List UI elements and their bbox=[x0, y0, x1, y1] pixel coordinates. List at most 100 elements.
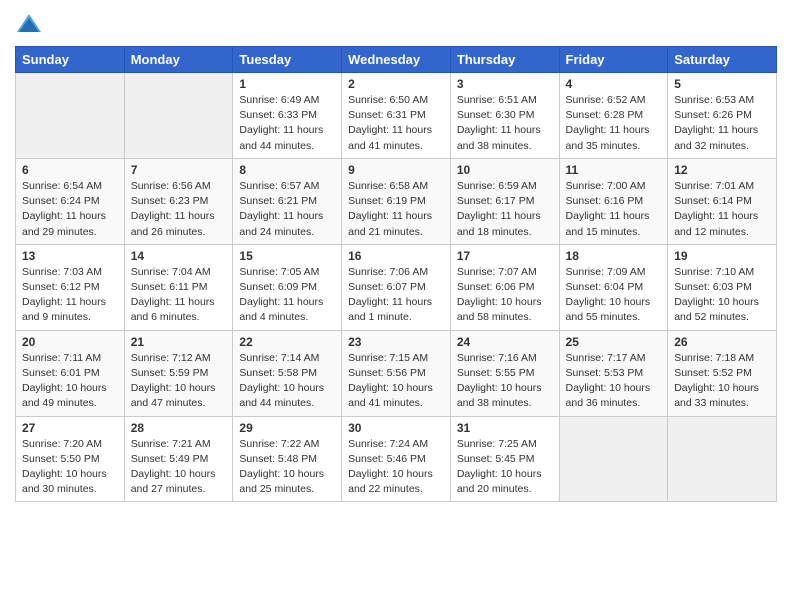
cell-content: Sunrise: 7:14 AM Sunset: 5:58 PM Dayligh… bbox=[239, 351, 335, 412]
calendar-cell: 16Sunrise: 7:06 AM Sunset: 6:07 PM Dayli… bbox=[342, 244, 451, 330]
cell-content: Sunrise: 7:01 AM Sunset: 6:14 PM Dayligh… bbox=[674, 179, 770, 240]
cell-content: Sunrise: 6:59 AM Sunset: 6:17 PM Dayligh… bbox=[457, 179, 553, 240]
calendar-row: 13 Sunrise: 7:03 AM Sunset: 6:12 PM Dayli… bbox=[16, 244, 777, 330]
calendar-cell: 26 Sunrise: 7:18 AM Sunset: 5:52 PM Dayli… bbox=[668, 330, 777, 416]
header-row: SundayMondayTuesdayWednesdayThursdayFrid… bbox=[16, 47, 777, 73]
day-number: 5 bbox=[674, 77, 770, 91]
cell-content: Sunrise: 7:21 AM Sunset: 5:49 PM Dayligh… bbox=[131, 437, 227, 498]
calendar-cell bbox=[668, 416, 777, 502]
cell-content: Sunrise: 7:07 AM Sunset: 6:06 PM Dayligh… bbox=[457, 265, 553, 326]
weekday-header: Wednesday bbox=[342, 47, 451, 73]
calendar-cell: 11 Sunrise: 7:00 AM Sunset: 6:16 PM Dayli… bbox=[559, 158, 668, 244]
day-number: 7 bbox=[131, 163, 227, 177]
header bbox=[15, 10, 777, 38]
calendar-cell: 3 Sunrise: 6:51 AM Sunset: 6:30 PM Daylig… bbox=[450, 73, 559, 159]
cell-content: Sunrise: 7:16 AM Sunset: 5:55 PM Dayligh… bbox=[457, 351, 553, 412]
cell-content: Sunrise: 6:56 AM Sunset: 6:23 PM Dayligh… bbox=[131, 179, 227, 240]
calendar-cell: 21 Sunrise: 7:12 AM Sunset: 5:59 PM Dayli… bbox=[124, 330, 233, 416]
day-number: 26 bbox=[674, 335, 770, 349]
day-number: 28 bbox=[131, 421, 227, 435]
cell-content: Sunrise: 7:20 AM Sunset: 5:50 PM Dayligh… bbox=[22, 437, 118, 498]
day-number: 2 bbox=[348, 77, 444, 91]
day-number: 13 bbox=[22, 249, 118, 263]
day-number: 18 bbox=[566, 249, 662, 263]
day-number: 16 bbox=[348, 249, 444, 263]
cell-content: Sunrise: 7:11 AM Sunset: 6:01 PM Dayligh… bbox=[22, 351, 118, 412]
calendar-cell: 18Sunrise: 7:09 AM Sunset: 6:04 PM Dayli… bbox=[559, 244, 668, 330]
calendar-cell bbox=[559, 416, 668, 502]
weekday-header: Friday bbox=[559, 47, 668, 73]
calendar-cell: 27 Sunrise: 7:20 AM Sunset: 5:50 PM Dayli… bbox=[16, 416, 125, 502]
calendar-cell: 10Sunrise: 6:59 AM Sunset: 6:17 PM Dayli… bbox=[450, 158, 559, 244]
weekday-header: Monday bbox=[124, 47, 233, 73]
calendar-cell: 20Sunrise: 7:11 AM Sunset: 6:01 PM Dayli… bbox=[16, 330, 125, 416]
calendar-cell: 17 Sunrise: 7:07 AM Sunset: 6:06 PM Dayli… bbox=[450, 244, 559, 330]
day-number: 12 bbox=[674, 163, 770, 177]
cell-content: Sunrise: 7:22 AM Sunset: 5:48 PM Dayligh… bbox=[239, 437, 335, 498]
day-number: 27 bbox=[22, 421, 118, 435]
calendar-cell: 6Sunrise: 6:54 AM Sunset: 6:24 PM Daylig… bbox=[16, 158, 125, 244]
day-number: 30 bbox=[348, 421, 444, 435]
calendar-cell: 1 Sunrise: 6:49 AM Sunset: 6:33 PM Daylig… bbox=[233, 73, 342, 159]
cell-content: Sunrise: 6:51 AM Sunset: 6:30 PM Dayligh… bbox=[457, 93, 553, 154]
calendar-cell: 4 Sunrise: 6:52 AM Sunset: 6:28 PM Daylig… bbox=[559, 73, 668, 159]
calendar-cell: 14Sunrise: 7:04 AM Sunset: 6:11 PM Dayli… bbox=[124, 244, 233, 330]
calendar-row: 27 Sunrise: 7:20 AM Sunset: 5:50 PM Dayli… bbox=[16, 416, 777, 502]
calendar-cell: 19 Sunrise: 7:10 AM Sunset: 6:03 PM Dayli… bbox=[668, 244, 777, 330]
logo-icon bbox=[15, 10, 43, 38]
day-number: 1 bbox=[239, 77, 335, 91]
calendar-cell: 12 Sunrise: 7:01 AM Sunset: 6:14 PM Dayli… bbox=[668, 158, 777, 244]
day-number: 23 bbox=[348, 335, 444, 349]
weekday-header: Saturday bbox=[668, 47, 777, 73]
calendar-cell: 22 Sunrise: 7:14 AM Sunset: 5:58 PM Dayli… bbox=[233, 330, 342, 416]
cell-content: Sunrise: 6:49 AM Sunset: 6:33 PM Dayligh… bbox=[239, 93, 335, 154]
cell-content: Sunrise: 7:10 AM Sunset: 6:03 PM Dayligh… bbox=[674, 265, 770, 326]
calendar-cell: 13 Sunrise: 7:03 AM Sunset: 6:12 PM Dayli… bbox=[16, 244, 125, 330]
day-number: 4 bbox=[566, 77, 662, 91]
day-number: 15 bbox=[239, 249, 335, 263]
calendar-cell: 24 Sunrise: 7:16 AM Sunset: 5:55 PM Dayli… bbox=[450, 330, 559, 416]
day-number: 29 bbox=[239, 421, 335, 435]
calendar-cell: 30 Sunrise: 7:24 AM Sunset: 5:46 PM Dayli… bbox=[342, 416, 451, 502]
cell-content: Sunrise: 7:18 AM Sunset: 5:52 PM Dayligh… bbox=[674, 351, 770, 412]
calendar-cell: 31Sunrise: 7:25 AM Sunset: 5:45 PM Dayli… bbox=[450, 416, 559, 502]
calendar-cell bbox=[16, 73, 125, 159]
cell-content: Sunrise: 6:53 AM Sunset: 6:26 PM Dayligh… bbox=[674, 93, 770, 154]
cell-content: Sunrise: 7:04 AM Sunset: 6:11 PM Dayligh… bbox=[131, 265, 227, 326]
day-number: 8 bbox=[239, 163, 335, 177]
calendar-row: 6Sunrise: 6:54 AM Sunset: 6:24 PM Daylig… bbox=[16, 158, 777, 244]
day-number: 22 bbox=[239, 335, 335, 349]
calendar-cell: 9 Sunrise: 6:58 AM Sunset: 6:19 PM Daylig… bbox=[342, 158, 451, 244]
cell-content: Sunrise: 7:17 AM Sunset: 5:53 PM Dayligh… bbox=[566, 351, 662, 412]
day-number: 21 bbox=[131, 335, 227, 349]
cell-content: Sunrise: 7:25 AM Sunset: 5:45 PM Dayligh… bbox=[457, 437, 553, 498]
calendar-body: 1 Sunrise: 6:49 AM Sunset: 6:33 PM Daylig… bbox=[16, 73, 777, 502]
cell-content: Sunrise: 6:57 AM Sunset: 6:21 PM Dayligh… bbox=[239, 179, 335, 240]
logo bbox=[15, 10, 47, 38]
weekday-header: Sunday bbox=[16, 47, 125, 73]
calendar-cell: 2 Sunrise: 6:50 AM Sunset: 6:31 PM Daylig… bbox=[342, 73, 451, 159]
cell-content: Sunrise: 6:52 AM Sunset: 6:28 PM Dayligh… bbox=[566, 93, 662, 154]
calendar-cell: 15Sunrise: 7:05 AM Sunset: 6:09 PM Dayli… bbox=[233, 244, 342, 330]
day-number: 17 bbox=[457, 249, 553, 263]
cell-content: Sunrise: 7:15 AM Sunset: 5:56 PM Dayligh… bbox=[348, 351, 444, 412]
weekday-header: Tuesday bbox=[233, 47, 342, 73]
day-number: 3 bbox=[457, 77, 553, 91]
calendar-header: SundayMondayTuesdayWednesdayThursdayFrid… bbox=[16, 47, 777, 73]
cell-content: Sunrise: 7:12 AM Sunset: 5:59 PM Dayligh… bbox=[131, 351, 227, 412]
day-number: 24 bbox=[457, 335, 553, 349]
day-number: 9 bbox=[348, 163, 444, 177]
day-number: 11 bbox=[566, 163, 662, 177]
calendar-cell: 8 Sunrise: 6:57 AM Sunset: 6:21 PM Daylig… bbox=[233, 158, 342, 244]
cell-content: Sunrise: 7:00 AM Sunset: 6:16 PM Dayligh… bbox=[566, 179, 662, 240]
calendar-table: SundayMondayTuesdayWednesdayThursdayFrid… bbox=[15, 46, 777, 502]
cell-content: Sunrise: 6:58 AM Sunset: 6:19 PM Dayligh… bbox=[348, 179, 444, 240]
calendar-cell: 23 Sunrise: 7:15 AM Sunset: 5:56 PM Dayli… bbox=[342, 330, 451, 416]
cell-content: Sunrise: 7:24 AM Sunset: 5:46 PM Dayligh… bbox=[348, 437, 444, 498]
cell-content: Sunrise: 6:50 AM Sunset: 6:31 PM Dayligh… bbox=[348, 93, 444, 154]
calendar-row: 1 Sunrise: 6:49 AM Sunset: 6:33 PM Daylig… bbox=[16, 73, 777, 159]
calendar-row: 20Sunrise: 7:11 AM Sunset: 6:01 PM Dayli… bbox=[16, 330, 777, 416]
day-number: 19 bbox=[674, 249, 770, 263]
cell-content: Sunrise: 7:03 AM Sunset: 6:12 PM Dayligh… bbox=[22, 265, 118, 326]
calendar-cell: 25Sunrise: 7:17 AM Sunset: 5:53 PM Dayli… bbox=[559, 330, 668, 416]
